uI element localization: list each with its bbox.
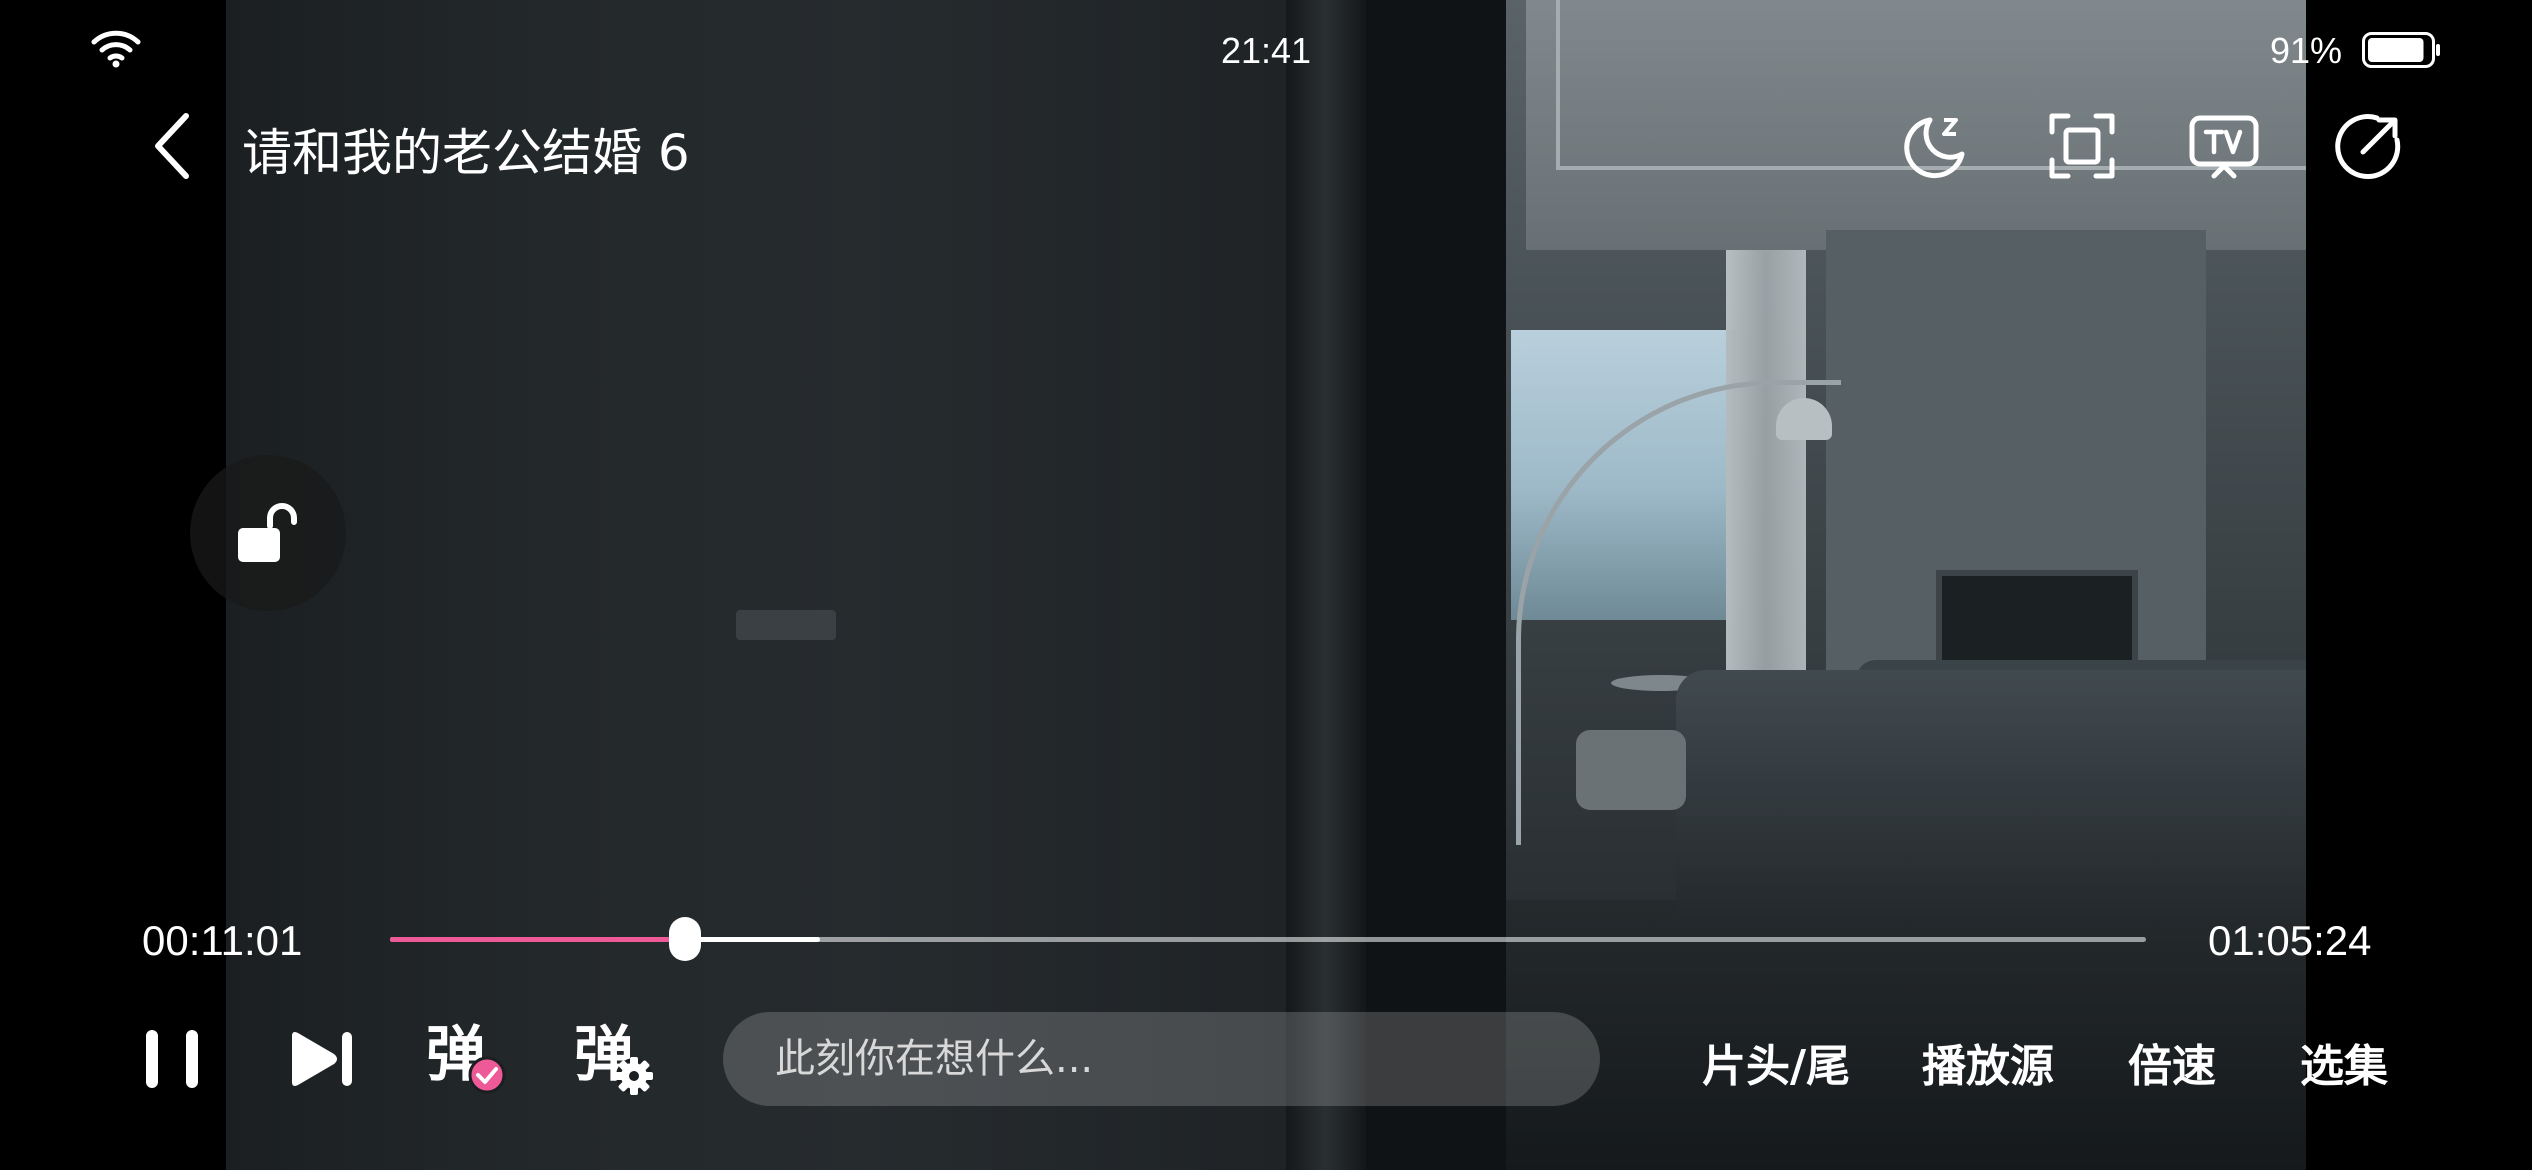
danmaku-comment-input[interactable] — [723, 1012, 1600, 1106]
progress-played — [390, 937, 685, 942]
progress-thumb[interactable] — [669, 917, 701, 961]
danmaku-settings-icon[interactable]: 弹 — [574, 1020, 658, 1100]
back-icon[interactable] — [148, 110, 198, 182]
video-title: 请和我的老公结婚 6 — [242, 124, 690, 182]
fullscreen-crop-icon[interactable] — [2046, 110, 2118, 182]
skip-intro-outro-button[interactable]: 片头/尾 — [1702, 1030, 1850, 1094]
tv-cast-icon[interactable] — [2188, 110, 2260, 182]
progress-bar[interactable] — [390, 917, 2146, 961]
wifi-icon — [91, 30, 141, 68]
video-scene-shadow — [1366, 0, 1506, 1170]
video-scene-door-frame — [1286, 0, 1366, 1170]
danmaku-toggle-icon[interactable]: 弹 — [426, 1020, 510, 1100]
video-scene-sofa — [1676, 670, 2306, 920]
gear-icon — [615, 1057, 653, 1095]
video-scene-ottoman — [1576, 730, 1686, 810]
pause-icon[interactable] — [142, 1028, 202, 1090]
check-badge-icon — [468, 1056, 506, 1094]
sleep-timer-icon[interactable] — [1900, 110, 1972, 182]
next-episode-icon[interactable] — [288, 1030, 354, 1088]
unlock-icon — [238, 503, 297, 562]
video-scene-door-handle — [736, 610, 836, 640]
current-time: 00:11:01 — [142, 917, 303, 964]
playback-speed-button[interactable]: 倍速 — [2128, 1030, 2216, 1094]
play-source-button[interactable]: 播放源 — [1922, 1030, 2054, 1094]
battery-percent: 91% — [2270, 30, 2343, 71]
battery-icon — [2362, 32, 2440, 68]
total-time: 01:05:24 — [2208, 917, 2372, 964]
status-time: 21:41 — [1220, 30, 1312, 71]
episode-select-button[interactable]: 选集 — [2300, 1030, 2388, 1094]
share-icon[interactable] — [2333, 110, 2405, 182]
screen-lock-button[interactable] — [190, 455, 346, 611]
